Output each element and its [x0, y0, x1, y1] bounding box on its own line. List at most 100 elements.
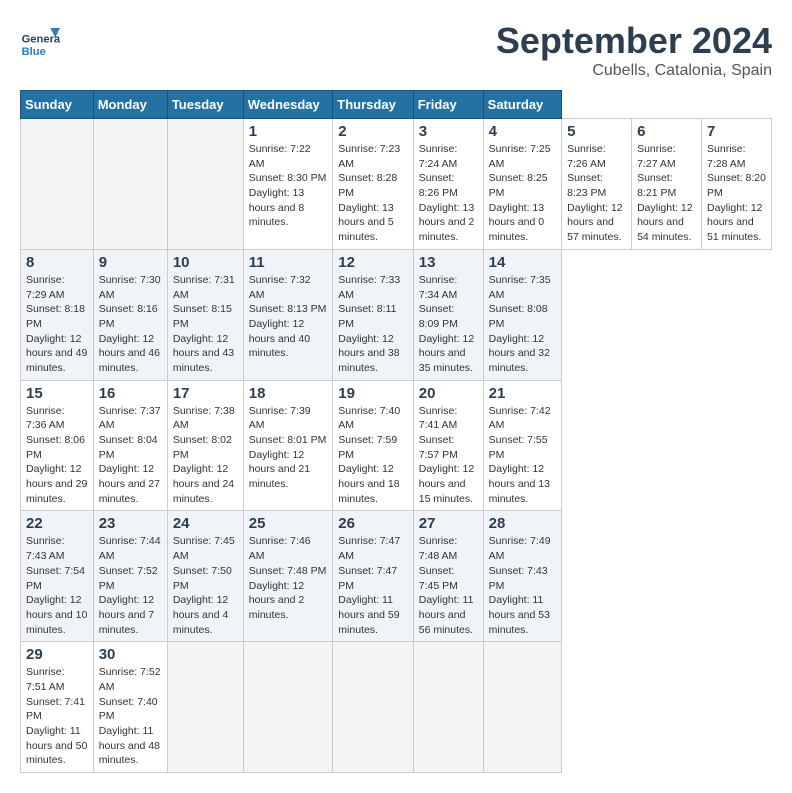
day-info: Sunrise: 7:38 AMSunset: 8:02 PMDaylight:…	[173, 404, 238, 507]
calendar-cell: 25 Sunrise: 7:46 AMSunset: 7:48 PMDayligh…	[243, 511, 333, 642]
calendar-cell	[167, 119, 243, 250]
day-number: 28	[489, 515, 557, 532]
day-info: Sunrise: 7:31 AMSunset: 8:15 PMDaylight:…	[173, 273, 238, 376]
calendar-cell: 4Sunrise: 7:25 AMSunset: 8:25 PMDaylight…	[483, 119, 562, 250]
day-info: Sunrise: 7:26 AMSunset: 8:23 PMDaylight:…	[567, 142, 626, 245]
day-info: Sunrise: 7:46 AMSunset: 7:48 PMDaylight:…	[249, 534, 328, 622]
day-info: Sunrise: 7:40 AMSunset: 7:59 PMDaylight:…	[338, 404, 407, 507]
day-info: Sunrise: 7:49 AMSunset: 7:43 PMDaylight:…	[489, 534, 557, 637]
calendar-cell	[483, 642, 562, 773]
day-number: 7	[707, 123, 766, 140]
day-number: 18	[249, 385, 328, 402]
location-subtitle: Cubells, Catalonia, Spain	[496, 62, 772, 80]
day-number: 21	[489, 385, 557, 402]
day-number: 24	[173, 515, 238, 532]
calendar-cell: 24 Sunrise: 7:45 AMSunset: 7:50 PMDayligh…	[167, 511, 243, 642]
day-number: 2	[338, 123, 407, 140]
week-row-1: 1 Sunrise: 7:22 AMSunset: 8:30 PMDaylight…	[21, 119, 772, 250]
day-info: Sunrise: 7:27 AMSunset: 8:21 PMDaylight:…	[637, 142, 696, 245]
svg-text:Blue: Blue	[22, 46, 46, 58]
calendar-cell: 8 Sunrise: 7:29 AMSunset: 8:18 PMDaylight…	[21, 249, 94, 380]
day-info: Sunrise: 7:48 AMSunset: 7:45 PMDaylight:…	[419, 534, 478, 637]
calendar-cell: 16Sunrise: 7:37 AMSunset: 8:04 PMDayligh…	[93, 380, 167, 511]
calendar-table: SundayMondayTuesdayWednesdayThursdayFrid…	[20, 90, 772, 773]
day-number: 9	[99, 254, 162, 271]
day-number: 5	[567, 123, 626, 140]
day-number: 8	[26, 254, 88, 271]
day-info: Sunrise: 7:41 AMSunset: 7:57 PMDaylight:…	[419, 404, 478, 507]
day-info: Sunrise: 7:35 AMSunset: 8:08 PMDaylight:…	[489, 273, 557, 376]
day-info: Sunrise: 7:24 AMSunset: 8:26 PMDaylight:…	[419, 142, 478, 245]
page-header: General Blue September 2024 Cubells, Cat…	[20, 20, 772, 80]
calendar-cell: 13 Sunrise: 7:34 AMSunset: 8:09 PMDayligh…	[413, 249, 483, 380]
calendar-cell: 10 Sunrise: 7:31 AMSunset: 8:15 PMDayligh…	[167, 249, 243, 380]
calendar-cell	[167, 642, 243, 773]
day-number: 14	[489, 254, 557, 271]
calendar-cell: 19 Sunrise: 7:40 AMSunset: 7:59 PMDayligh…	[333, 380, 413, 511]
title-block: September 2024 Cubells, Catalonia, Spain	[496, 20, 772, 80]
week-row-2: 8 Sunrise: 7:29 AMSunset: 8:18 PMDaylight…	[21, 249, 772, 380]
day-info: Sunrise: 7:25 AMSunset: 8:25 PMDaylight:…	[489, 142, 557, 245]
day-number: 25	[249, 515, 328, 532]
calendar-cell	[93, 119, 167, 250]
day-number: 22	[26, 515, 88, 532]
day-info: Sunrise: 7:52 AMSunset: 7:40 PMDaylight:…	[99, 665, 162, 768]
day-info: Sunrise: 7:45 AMSunset: 7:50 PMDaylight:…	[173, 534, 238, 637]
month-title: September 2024	[496, 20, 772, 62]
day-info: Sunrise: 7:43 AMSunset: 7:54 PMDaylight:…	[26, 534, 88, 637]
weekday-header-row: SundayMondayTuesdayWednesdayThursdayFrid…	[21, 91, 772, 119]
day-info: Sunrise: 7:36 AMSunset: 8:06 PMDaylight:…	[26, 404, 88, 507]
calendar-cell: 20 Sunrise: 7:41 AMSunset: 7:57 PMDayligh…	[413, 380, 483, 511]
logo: General Blue	[20, 20, 65, 60]
day-info: Sunrise: 7:44 AMSunset: 7:52 PMDaylight:…	[99, 534, 162, 637]
day-number: 19	[338, 385, 407, 402]
day-info: Sunrise: 7:42 AMSunset: 7:55 PMDaylight:…	[489, 404, 557, 507]
day-number: 13	[419, 254, 478, 271]
day-number: 1	[249, 123, 328, 140]
day-info: Sunrise: 7:23 AMSunset: 8:28 PMDaylight:…	[338, 142, 407, 245]
day-number: 11	[249, 254, 328, 271]
calendar-cell: 21 Sunrise: 7:42 AMSunset: 7:55 PMDayligh…	[483, 380, 562, 511]
calendar-cell: 27Sunrise: 7:48 AMSunset: 7:45 PMDayligh…	[413, 511, 483, 642]
calendar-cell: 14 Sunrise: 7:35 AMSunset: 8:08 PMDayligh…	[483, 249, 562, 380]
calendar-cell: 29 Sunrise: 7:51 AMSunset: 7:41 PMDayligh…	[21, 642, 94, 773]
calendar-cell: 6 Sunrise: 7:27 AMSunset: 8:21 PMDaylight…	[632, 119, 702, 250]
calendar-cell: 23 Sunrise: 7:44 AMSunset: 7:52 PMDayligh…	[93, 511, 167, 642]
day-info: Sunrise: 7:22 AMSunset: 8:30 PMDaylight:…	[249, 142, 328, 230]
day-number: 29	[26, 646, 88, 663]
day-info: Sunrise: 7:51 AMSunset: 7:41 PMDaylight:…	[26, 665, 88, 768]
day-number: 12	[338, 254, 407, 271]
calendar-cell: 18 Sunrise: 7:39 AMSunset: 8:01 PMDayligh…	[243, 380, 333, 511]
day-info: Sunrise: 7:34 AMSunset: 8:09 PMDaylight:…	[419, 273, 478, 376]
day-number: 23	[99, 515, 162, 532]
calendar-cell	[413, 642, 483, 773]
calendar-cell: 9Sunrise: 7:30 AMSunset: 8:16 PMDaylight…	[93, 249, 167, 380]
day-info: Sunrise: 7:33 AMSunset: 8:11 PMDaylight:…	[338, 273, 407, 376]
calendar-cell: 3 Sunrise: 7:24 AMSunset: 8:26 PMDaylight…	[413, 119, 483, 250]
calendar-cell: 15 Sunrise: 7:36 AMSunset: 8:06 PMDayligh…	[21, 380, 94, 511]
weekday-header-tuesday: Tuesday	[167, 91, 243, 119]
day-number: 10	[173, 254, 238, 271]
calendar-cell: 17 Sunrise: 7:38 AMSunset: 8:02 PMDayligh…	[167, 380, 243, 511]
calendar-cell: 22 Sunrise: 7:43 AMSunset: 7:54 PMDayligh…	[21, 511, 94, 642]
day-info: Sunrise: 7:32 AMSunset: 8:13 PMDaylight:…	[249, 273, 328, 361]
calendar-cell: 11 Sunrise: 7:32 AMSunset: 8:13 PMDayligh…	[243, 249, 333, 380]
day-number: 15	[26, 385, 88, 402]
calendar-body: 1 Sunrise: 7:22 AMSunset: 8:30 PMDaylight…	[21, 119, 772, 773]
week-row-4: 22 Sunrise: 7:43 AMSunset: 7:54 PMDayligh…	[21, 511, 772, 642]
day-info: Sunrise: 7:39 AMSunset: 8:01 PMDaylight:…	[249, 404, 328, 492]
calendar-cell: 1 Sunrise: 7:22 AMSunset: 8:30 PMDaylight…	[243, 119, 333, 250]
calendar-cell: 2 Sunrise: 7:23 AMSunset: 8:28 PMDaylight…	[333, 119, 413, 250]
calendar-cell: 12 Sunrise: 7:33 AMSunset: 8:11 PMDayligh…	[333, 249, 413, 380]
day-number: 17	[173, 385, 238, 402]
calendar-cell: 7Sunrise: 7:28 AMSunset: 8:20 PMDaylight…	[702, 119, 772, 250]
day-number: 20	[419, 385, 478, 402]
day-number: 16	[99, 385, 162, 402]
day-number: 6	[637, 123, 696, 140]
day-number: 3	[419, 123, 478, 140]
weekday-header-wednesday: Wednesday	[243, 91, 333, 119]
calendar-cell	[21, 119, 94, 250]
day-info: Sunrise: 7:29 AMSunset: 8:18 PMDaylight:…	[26, 273, 88, 376]
day-number: 30	[99, 646, 162, 663]
weekday-header-thursday: Thursday	[333, 91, 413, 119]
